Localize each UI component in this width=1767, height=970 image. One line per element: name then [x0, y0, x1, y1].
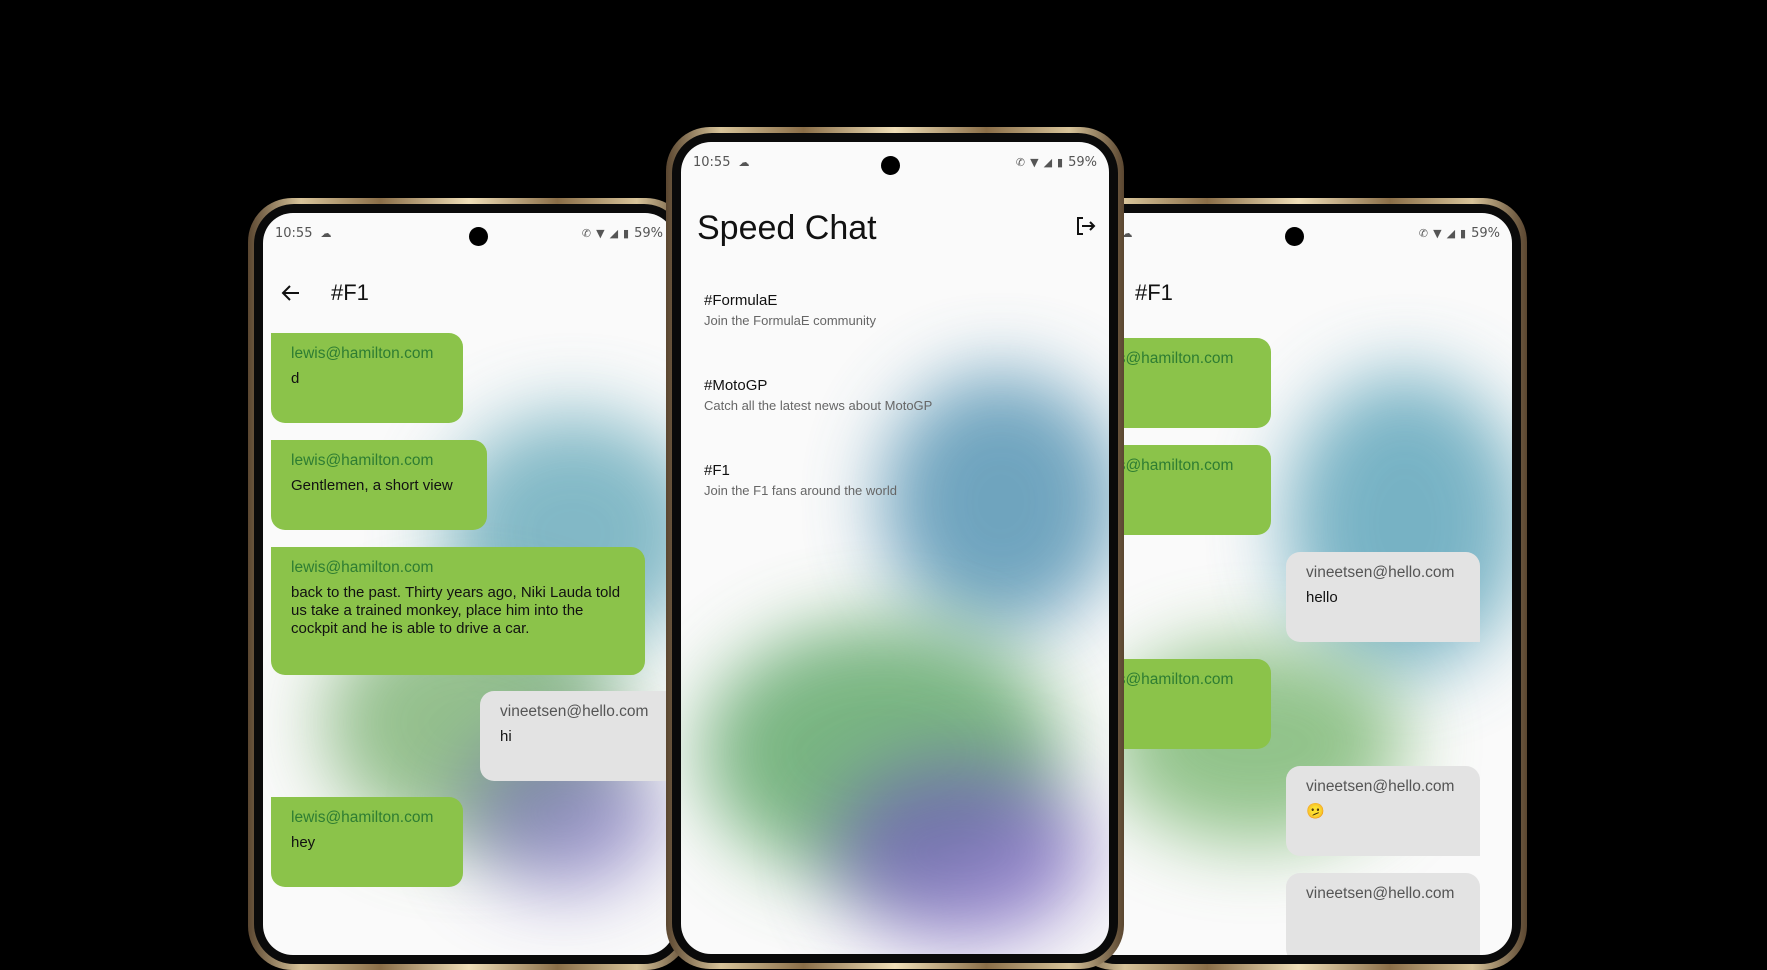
message-sender: lewis@hamilton.com — [291, 809, 434, 826]
message-text: 🫤 — [1306, 803, 1325, 820]
channel-name: #FormulaE — [704, 292, 778, 309]
message-sender: vineetsen@hello.com — [1306, 885, 1455, 902]
wifi-icon: ▼ — [1030, 155, 1039, 169]
message-sender: lewis@hamilton.com — [291, 559, 434, 576]
left-phone-bezel: 10:55 ☁ ✆ ▼ ◢ ▮ 59% #F1 lewis@hamilton.c… — [254, 204, 684, 964]
app-title: Speed Chat — [697, 208, 877, 247]
message-bubble[interactable]: lewis@hamilton.com Gentlemen, a short vi… — [271, 440, 487, 530]
battery-icon: ▮ — [1460, 226, 1467, 240]
channel-item-f1[interactable]: #F1 Join the F1 fans around the world — [704, 462, 897, 498]
message-text: hello — [1306, 589, 1338, 606]
right-chat-screen: 55 ☁ ✆ ▼ ◢ ▮ 59% #F1 — [1085, 213, 1512, 955]
message-bubble[interactable]: vineetsen@hello.com 🫤 — [1286, 766, 1480, 856]
camera-cutout — [469, 227, 488, 246]
chat-title: #F1 — [1135, 280, 1173, 305]
signal-icon: ◢ — [1043, 155, 1053, 169]
logout-icon[interactable] — [1073, 214, 1097, 243]
message-sender: lewis@hamilton.com — [291, 345, 434, 362]
right-phone-bezel: 55 ☁ ✆ ▼ ◢ ▮ 59% #F1 — [1076, 204, 1521, 964]
arrow-left-icon[interactable] — [279, 281, 303, 305]
bg-blob — [831, 762, 1091, 942]
battery-level: 59% — [634, 225, 663, 241]
battery-level: 59% — [1068, 154, 1097, 170]
message-sender: vineetsen@hello.com — [1306, 564, 1455, 581]
channel-item-motogp[interactable]: #MotoGP Catch all the latest news about … — [704, 377, 932, 413]
channel-description: Join the F1 fans around the world — [704, 483, 897, 498]
message-bubble[interactable]: vineetsen@hello.com hi — [480, 691, 675, 781]
cloud-icon: ☁ — [320, 226, 332, 240]
message-bubble[interactable]: lewis@hamilton.com back to the past. Thi… — [271, 547, 645, 675]
channel-description: Catch all the latest news about MotoGP — [704, 398, 933, 413]
call-icon: ✆ — [1015, 155, 1026, 169]
chat-app-bar: #F1 — [263, 265, 675, 321]
center-phone: 10:55 ☁ ✆ ▼ ◢ ▮ 59% Speed Chat #FormulaE… — [666, 127, 1124, 969]
message-sender: vineetsen@hello.com — [500, 703, 649, 720]
message-bubble[interactable]: vineetsen@hello.com — [1286, 873, 1480, 955]
message-text: hi — [500, 728, 512, 745]
message-text: hey — [291, 834, 316, 851]
message-text: back to the past. Thirty years ago, Niki… — [291, 584, 621, 637]
signal-icon: ◢ — [1446, 226, 1456, 240]
wifi-icon: ▼ — [1433, 226, 1442, 240]
call-icon: ✆ — [1418, 226, 1429, 240]
status-time: 10:55 — [693, 154, 731, 170]
chat-app-bar: #F1 — [1085, 265, 1512, 321]
battery-level: 59% — [1471, 225, 1500, 241]
message-bubble[interactable]: lewis@hamilton.com hey — [271, 797, 463, 887]
message-bubble[interactable]: lewis@hamilton.com d — [271, 333, 463, 423]
message-text: d — [291, 370, 300, 387]
channel-description: Join the FormulaE community — [704, 313, 876, 328]
channel-name: #F1 — [704, 462, 730, 479]
signal-icon: ◢ — [609, 226, 619, 240]
right-phone: 55 ☁ ✆ ▼ ◢ ▮ 59% #F1 — [1070, 198, 1527, 970]
status-time: 10:55 — [275, 225, 313, 241]
channel-name: #MotoGP — [704, 377, 768, 394]
home-app-bar: Speed Chat — [681, 200, 1109, 256]
message-sender: lewis@hamilton.com — [291, 452, 434, 469]
wifi-icon: ▼ — [596, 226, 605, 240]
left-phone: 10:55 ☁ ✆ ▼ ◢ ▮ 59% #F1 lewis@hamilton.c… — [248, 198, 690, 970]
left-chat-screen: 10:55 ☁ ✆ ▼ ◢ ▮ 59% #F1 lewis@hamilton.c… — [263, 213, 675, 955]
camera-cutout — [1285, 227, 1304, 246]
channel-item-formulae[interactable]: #FormulaE Join the FormulaE community — [704, 292, 876, 328]
message-bubble[interactable]: vineetsen@hello.com hello — [1286, 552, 1480, 642]
battery-icon: ▮ — [623, 226, 630, 240]
cloud-icon: ☁ — [738, 155, 750, 169]
message-text: Gentlemen, a short view — [291, 477, 453, 494]
call-icon: ✆ — [581, 226, 592, 240]
chat-title: #F1 — [331, 280, 369, 305]
message-sender: vineetsen@hello.com — [1306, 778, 1455, 795]
camera-cutout — [881, 156, 900, 175]
center-phone-bezel: 10:55 ☁ ✆ ▼ ◢ ▮ 59% Speed Chat #FormulaE… — [672, 133, 1118, 963]
battery-icon: ▮ — [1057, 155, 1064, 169]
home-screen: 10:55 ☁ ✆ ▼ ◢ ▮ 59% Speed Chat #FormulaE… — [681, 142, 1109, 954]
